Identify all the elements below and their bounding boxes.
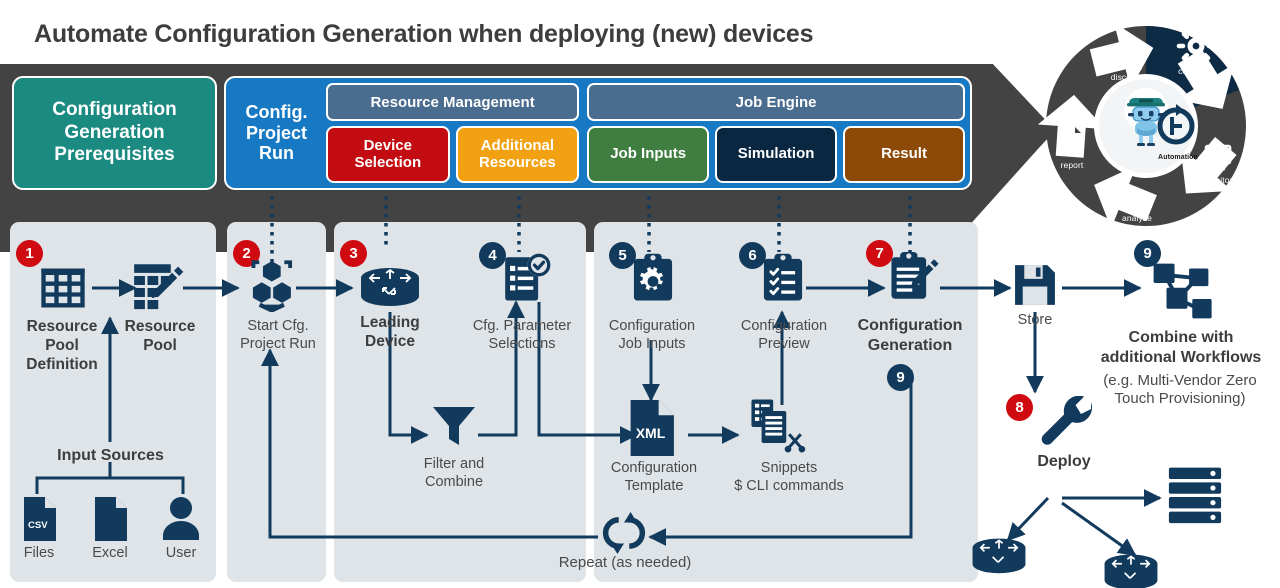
funnel-filter-icon: [431, 404, 477, 448]
deploy-label: Deploy: [1037, 453, 1091, 470]
wheel-label-monitor: monitor: [1203, 175, 1233, 185]
device-selection-chip[interactable]: Device Selection: [325, 126, 450, 183]
job-engine-group: Job Engine Job Inputs Simulation Result: [587, 83, 965, 183]
input-sources-label: Input Sources: [57, 447, 164, 464]
router-deploy-icon-2: [1100, 548, 1162, 588]
table-grid-icon: [37, 262, 89, 314]
clipboard-checklist-icon: [760, 252, 806, 304]
router-icon: [356, 262, 424, 310]
job-inputs-chip[interactable]: Job Inputs: [587, 126, 710, 183]
wheel-label-discover: discover: [1110, 72, 1144, 82]
resource-pool-definition-label: Resource Pool Definition: [26, 318, 98, 373]
clipboard-pencil-icon: [888, 250, 940, 306]
user-label: User: [165, 545, 197, 561]
excel-file-icon: [93, 497, 127, 541]
repeat-label: Repeat (as needed): [558, 554, 692, 571]
step-badge-9-inline: 9: [887, 364, 914, 391]
config-project-run-label: Config. Project Run: [245, 101, 308, 164]
resource-management-group: Resource Management Device Selection Add…: [325, 83, 580, 183]
floppy-save-icon: [1012, 262, 1058, 308]
automation-wheel: discover configure monitor analyze repor…: [1022, 8, 1270, 248]
wheel-label-report: report: [1060, 160, 1084, 170]
svg-text:XML: XML: [636, 425, 666, 441]
router-deploy-icon-1: [968, 532, 1030, 578]
resource-pool-label: Resource Pool: [124, 318, 196, 354]
job-engine-header[interactable]: Job Engine: [587, 83, 965, 121]
files-label: Files: [23, 545, 55, 561]
snippets-scissors-icon: [750, 398, 808, 456]
snippets-label: Snippets $ CLI commands: [734, 460, 844, 494]
clipboard-gear-icon: [630, 252, 676, 304]
result-chip[interactable]: Result: [843, 126, 965, 183]
combine-workflows-title: Combine with additional Workflows: [1100, 329, 1262, 366]
repeat-loop-icon: [595, 512, 653, 554]
table-pencil-icon: [132, 260, 188, 316]
wheel-label-automation: Automation: [1158, 154, 1198, 161]
filter-combine-label: Filter and Combine: [423, 456, 485, 490]
prerequisites-label: Configuration Generation Prerequisites: [52, 99, 177, 166]
configuration-template-label: Configuration Template: [610, 460, 698, 494]
checklist-check-icon: [500, 252, 552, 304]
configuration-generation-label: Configuration Generation: [857, 317, 963, 354]
cfg-parameter-selections-label: Cfg. Parameter Selections: [472, 318, 572, 352]
leading-device-label: Leading Device: [360, 314, 420, 350]
user-icon: [160, 496, 202, 540]
additional-resources-chip[interactable]: Additional Resources: [455, 126, 580, 183]
combine-workflows-subtitle: (e.g. Multi-Vendor Zero Touch Provisioni…: [1103, 372, 1257, 408]
csv-file-icon: CSV: [22, 497, 56, 541]
excel-label: Excel: [92, 545, 128, 561]
wheel-label-analyze: analyze: [1122, 213, 1152, 223]
resource-management-header[interactable]: Resource Management: [325, 83, 580, 121]
hexagons-icon: [245, 258, 299, 312]
step-badge-8: 8: [1006, 394, 1033, 421]
store-label: Store: [1017, 312, 1053, 328]
simulation-chip[interactable]: Simulation: [715, 126, 838, 183]
wheel-label-configure: configure: [1178, 66, 1214, 76]
configuration-job-inputs-label: Configuration Job Inputs: [608, 318, 696, 352]
page-title: Automate Configuration Generation when d…: [34, 20, 814, 48]
config-project-run-box[interactable]: Config. Project Run Resource Management …: [224, 76, 972, 190]
prerequisites-box[interactable]: Configuration Generation Prerequisites: [12, 76, 217, 190]
xml-file-icon: XML: [628, 400, 674, 456]
server-rack-icon: [1166, 466, 1224, 528]
svg-text:CSV: CSV: [28, 520, 48, 531]
network-nodes-icon: [1148, 262, 1214, 320]
start-cfg-project-run-label: Start Cfg. Project Run: [240, 318, 316, 352]
configuration-preview-label: Configuration Preview: [740, 318, 828, 352]
